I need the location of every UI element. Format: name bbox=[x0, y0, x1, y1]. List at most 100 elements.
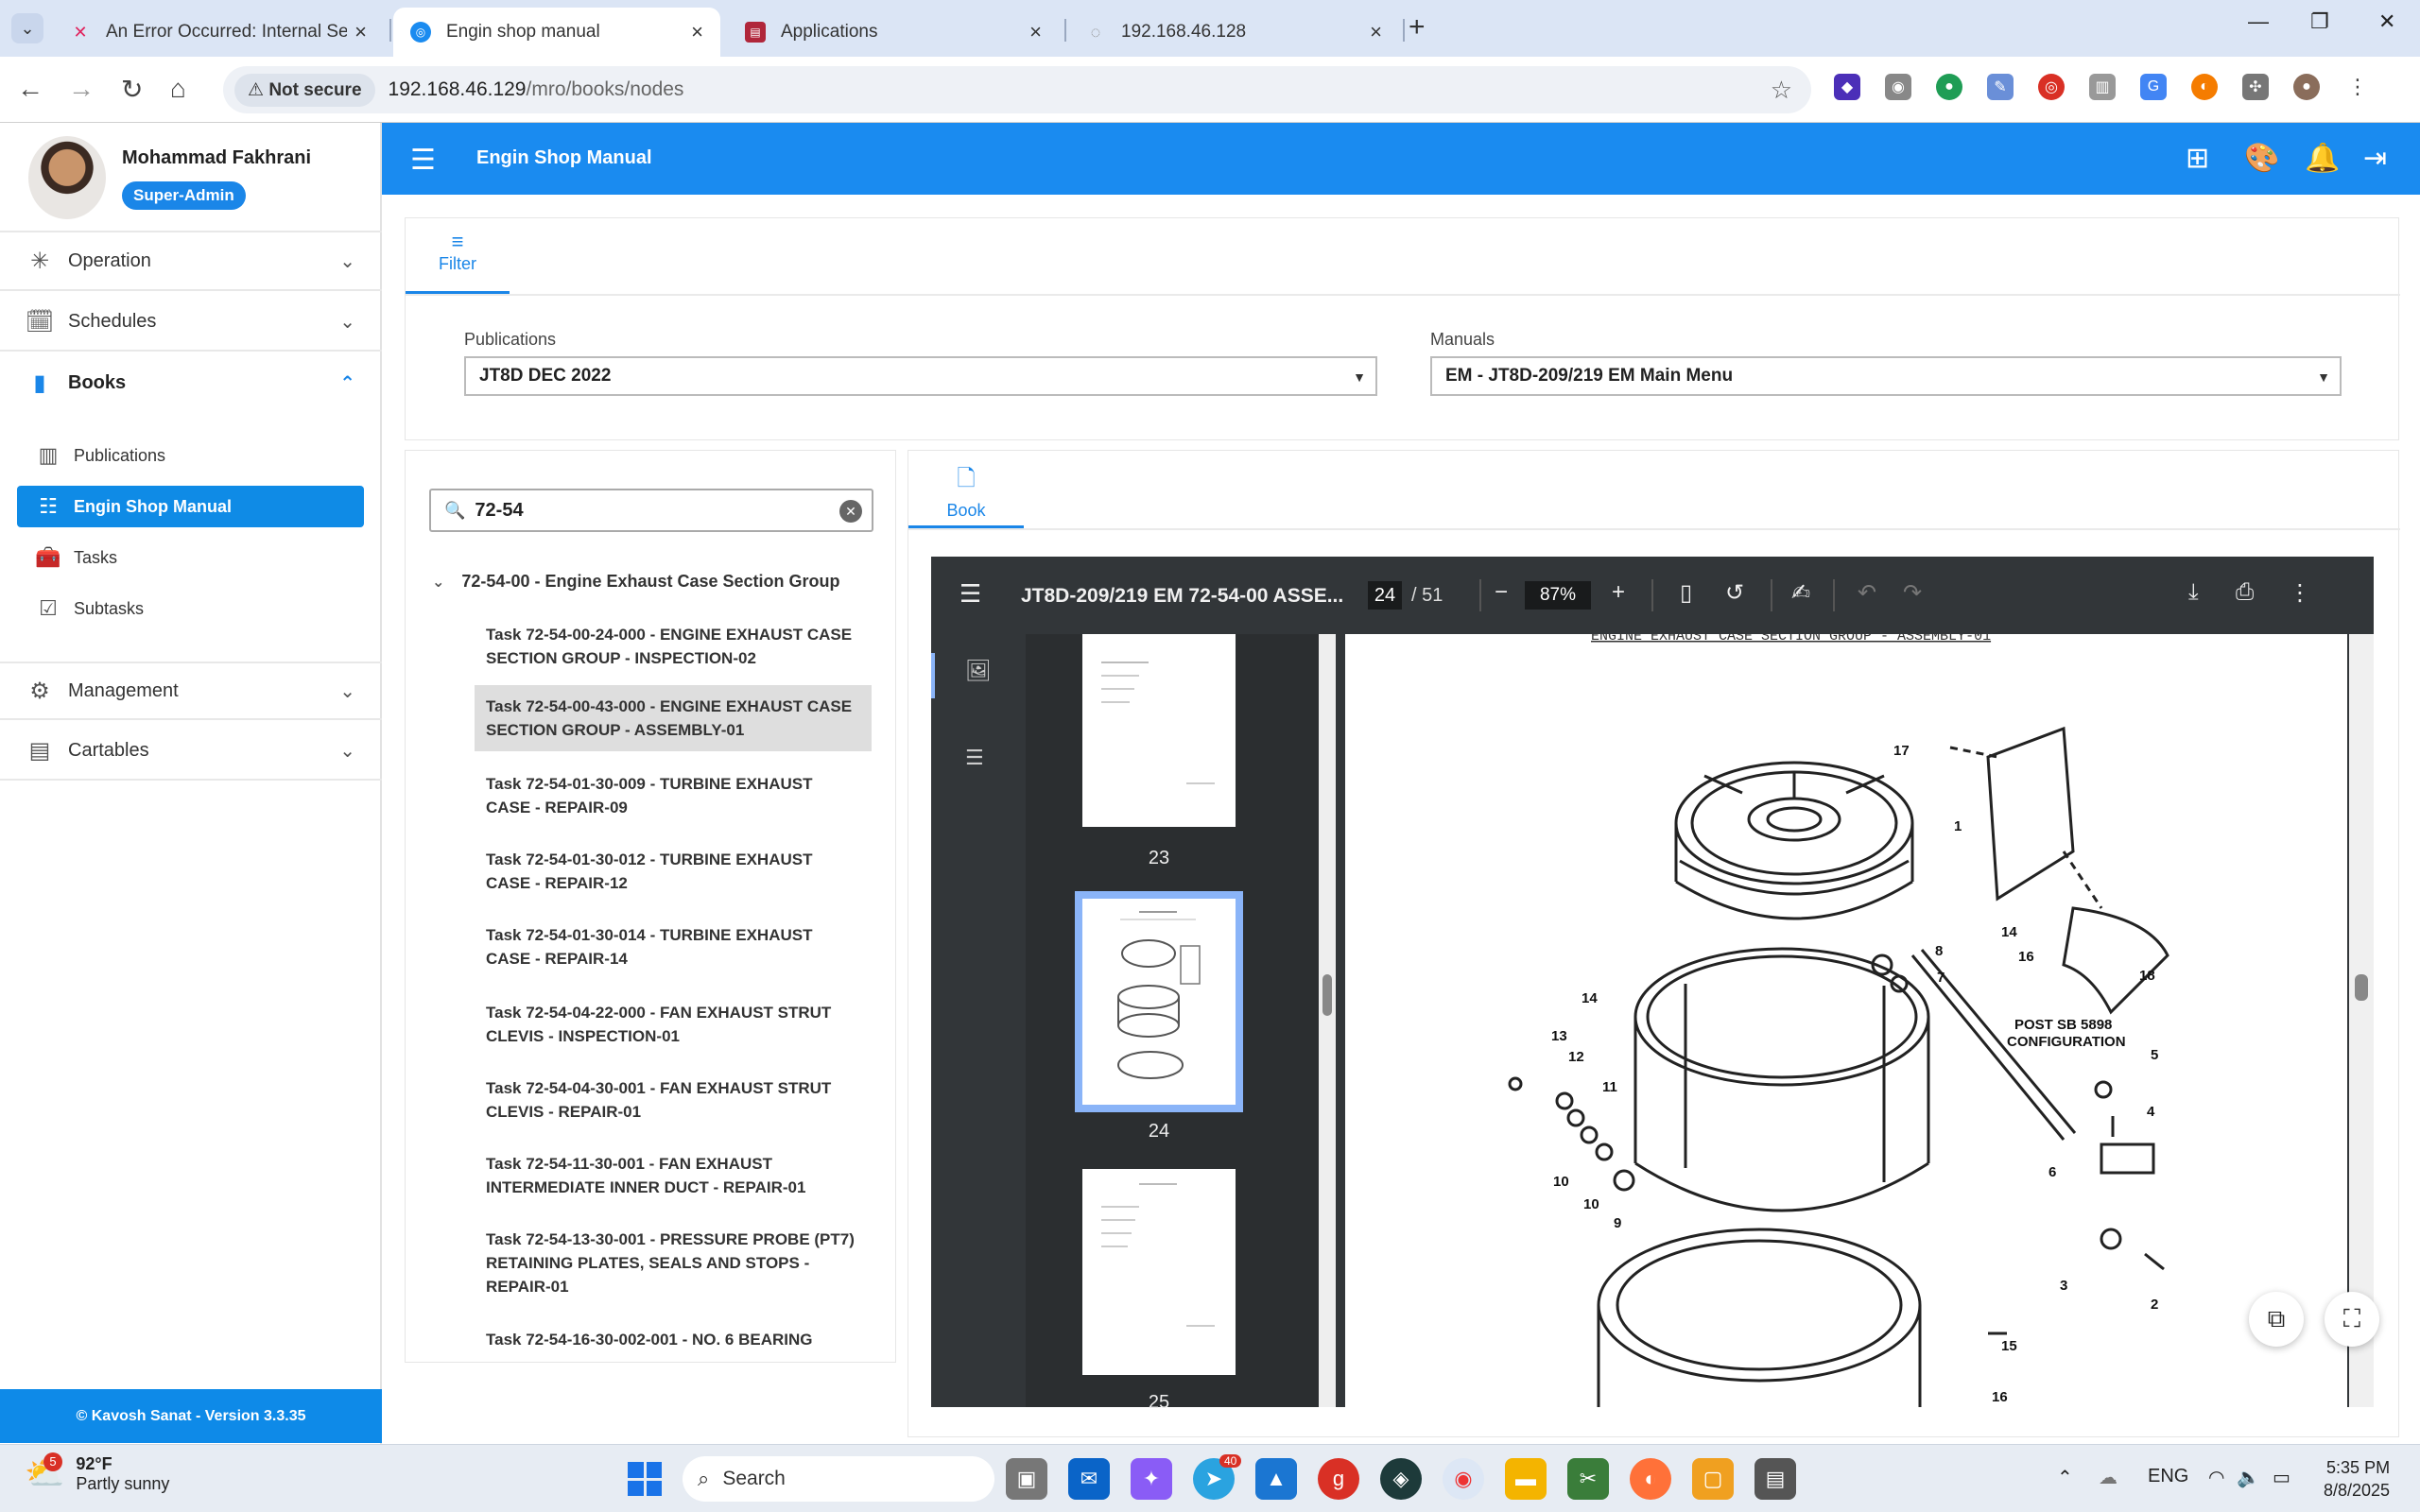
new-tab-icon[interactable]: + bbox=[1409, 11, 1426, 43]
tree-task-item[interactable]: Task 72-54-04-22-000 - FAN EXHAUST STRUT… bbox=[475, 991, 872, 1057]
tree-group-node[interactable]: ⌄ 72-54-00 - Engine Exhaust Case Section… bbox=[432, 572, 840, 592]
outline-icon[interactable]: ☰ bbox=[965, 746, 984, 770]
scrollbar-thumb[interactable] bbox=[1322, 974, 1332, 1016]
weather-widget[interactable]: ⛅ 5 92°F Partly sunny bbox=[25, 1452, 169, 1494]
windows-start-icon[interactable] bbox=[628, 1462, 662, 1496]
tree-task-item[interactable]: Task 72-54-11-30-001 - FAN EXHAUST INTER… bbox=[475, 1143, 872, 1209]
hamburger-menu-icon[interactable]: ☰ bbox=[410, 144, 436, 177]
tray-overflow-icon[interactable]: ⌃ bbox=[2057, 1466, 2073, 1489]
page-number-input[interactable]: 24 bbox=[1368, 581, 1402, 610]
zoom-in-icon[interactable]: + bbox=[1612, 579, 1625, 606]
tree-task-item[interactable]: Task 72-54-13-30-001 - PRESSURE PROBE (P… bbox=[475, 1218, 872, 1308]
sidebar-item-subtasks[interactable]: ☑ Subtasks bbox=[17, 588, 364, 629]
chrome-icon[interactable]: ◉ bbox=[1443, 1458, 1484, 1500]
tree-task-item[interactable]: Task 72-54-16-30-002-001 - NO. 6 BEARING bbox=[475, 1318, 872, 1361]
pen-extension-icon[interactable]: ✎ bbox=[1987, 74, 2014, 100]
page-thumbnail[interactable] bbox=[1082, 1169, 1236, 1375]
sidebar-item-books[interactable]: ▮ Books ⌃ bbox=[0, 353, 382, 412]
not-secure-badge[interactable]: ⚠ Not secure bbox=[234, 73, 375, 107]
system-clock[interactable]: 5:35 PM 8/8/2025 bbox=[2324, 1456, 2390, 1502]
more-options-icon[interactable]: ⋮ bbox=[2289, 579, 2311, 607]
tree-task-item[interactable]: Task 72-54-04-30-001 - FAN EXHAUST STRUT… bbox=[475, 1067, 872, 1133]
manuals-select[interactable]: EM - JT8D-209/219 EM Main Menu ▼ bbox=[1430, 356, 2342, 396]
thumbnails-icon[interactable]: 🖼 bbox=[965, 659, 992, 683]
wifi-icon[interactable]: ◠ bbox=[2208, 1466, 2224, 1489]
extension-icon[interactable]: ◐ bbox=[2191, 74, 2218, 100]
file-explorer-icon[interactable]: ▬ bbox=[1505, 1458, 1547, 1500]
app-icon[interactable]: ▤ bbox=[1754, 1458, 1796, 1500]
task-view-icon[interactable]: ▣ bbox=[1006, 1458, 1047, 1500]
close-tab-icon[interactable]: × bbox=[691, 20, 703, 44]
profile-avatar-icon[interactable]: ● bbox=[2293, 74, 2320, 100]
onedrive-icon[interactable]: ☁ bbox=[2099, 1466, 2118, 1489]
undo-icon[interactable]: ↶ bbox=[1858, 579, 1876, 607]
volume-icon[interactable]: 🔈 bbox=[2237, 1466, 2260, 1489]
redo-icon[interactable]: ↷ bbox=[1903, 579, 1922, 607]
browser-tab-ip[interactable]: ◌ 192.168.46.128 × bbox=[1068, 8, 1399, 57]
minimize-icon[interactable]: — bbox=[2248, 9, 2269, 34]
home-icon[interactable]: ⌂ bbox=[170, 74, 186, 104]
chevron-down-icon[interactable]: ⌄ bbox=[432, 573, 444, 592]
sidebar-item-operation[interactable]: ✳ Operation ⌄ bbox=[0, 232, 382, 291]
fit-page-icon[interactable]: ▯ bbox=[1680, 579, 1692, 607]
notification-bell-icon[interactable]: 🔔 bbox=[2305, 142, 2340, 175]
sidebar-item-engin-shop-manual[interactable]: ☷ Engin Shop Manual bbox=[17, 486, 364, 527]
translate-extension-icon[interactable]: G bbox=[2140, 74, 2167, 100]
tree-search-input[interactable]: 🔍 72-54 ✕ bbox=[429, 489, 873, 532]
clear-search-icon[interactable]: ✕ bbox=[839, 500, 862, 523]
outlook-icon[interactable]: ✉ bbox=[1068, 1458, 1110, 1500]
annotate-pen-icon[interactable]: ✍ bbox=[1791, 579, 1810, 607]
rotate-icon[interactable]: ↺ bbox=[1725, 579, 1744, 607]
browser-tab-applications[interactable]: ▤ Applications × bbox=[728, 8, 1059, 57]
restore-icon[interactable]: ❐ bbox=[2310, 9, 2329, 34]
tree-task-item-selected[interactable]: Task 72-54-00-43-000 - ENGINE EXHAUST CA… bbox=[475, 685, 872, 751]
back-icon[interactable]: ← bbox=[17, 74, 43, 104]
tab-search-menu-icon[interactable]: ⌄ bbox=[11, 13, 43, 43]
close-tab-icon[interactable]: × bbox=[1029, 20, 1042, 44]
reload-icon[interactable]: ↻ bbox=[121, 74, 143, 105]
thumbnail-scrollbar[interactable] bbox=[1319, 634, 1336, 1407]
scrollbar-thumb[interactable] bbox=[2355, 974, 2368, 1001]
language-indicator[interactable]: ENG bbox=[2148, 1466, 2188, 1487]
extension-icon[interactable]: ● bbox=[1936, 74, 1962, 100]
camera-extension-icon[interactable]: ◉ bbox=[1885, 74, 1911, 100]
close-tab-icon[interactable]: × bbox=[1370, 20, 1382, 44]
sidebar-item-schedules[interactable]: 🗓 Schedules ⌄ bbox=[0, 293, 382, 352]
close-window-icon[interactable]: ✕ bbox=[2378, 9, 2395, 34]
page-thumbnail[interactable] bbox=[1082, 634, 1236, 827]
firefox-icon[interactable]: ◐ bbox=[1630, 1458, 1671, 1500]
close-tab-icon[interactable]: × bbox=[354, 20, 367, 44]
tree-task-item[interactable]: Task 72-54-00-24-000 - ENGINE EXHAUST CA… bbox=[475, 613, 872, 679]
tree-task-item[interactable]: Task 72-54-01-30-009 - TURBINE EXHAUST C… bbox=[475, 763, 872, 829]
sidebar-item-publications[interactable]: ▥ Publications bbox=[17, 435, 364, 476]
extension-icon[interactable]: ◆ bbox=[1834, 74, 1860, 100]
pdf-menu-icon[interactable]: ☰ bbox=[959, 579, 981, 609]
tab-book[interactable]: 🗋 Book bbox=[908, 451, 1024, 528]
sidebar-item-cartables[interactable]: ▤ Cartables ⌄ bbox=[0, 722, 382, 781]
fullscreen-icon[interactable]: ⛶ bbox=[2325, 1292, 2379, 1347]
tree-task-item[interactable]: Task 72-54-01-30-014 - TURBINE EXHAUST C… bbox=[475, 914, 872, 980]
url-bar[interactable]: ⚠ Not secure 192.168.46.129/mro/books/no… bbox=[223, 66, 1811, 113]
open-external-icon[interactable]: ⧉ bbox=[2249, 1292, 2304, 1347]
tab-filter[interactable]: ≡ Filter bbox=[406, 218, 510, 294]
sidebar-item-management[interactable]: ⚙ Management ⌄ bbox=[0, 662, 382, 720]
print-icon[interactable]: ⎙ bbox=[2236, 579, 2254, 606]
download-icon[interactable]: ⤓ bbox=[2188, 579, 2199, 606]
taskbar-search[interactable]: ⌕ Search bbox=[683, 1456, 994, 1502]
zoom-out-icon[interactable]: − bbox=[1495, 579, 1508, 606]
zoom-input[interactable]: 87% bbox=[1525, 581, 1591, 610]
extension-icon[interactable]: ◎ bbox=[2038, 74, 2065, 100]
browser-menu-icon[interactable]: ⋮ bbox=[2344, 74, 2371, 100]
app-icon[interactable]: ▢ bbox=[1692, 1458, 1734, 1500]
sidebar-item-tasks[interactable]: 🧰 Tasks bbox=[17, 537, 364, 578]
palette-icon[interactable]: 🎨 bbox=[2244, 142, 2279, 175]
app-icon[interactable]: ◈ bbox=[1380, 1458, 1422, 1500]
battery-icon[interactable]: ▭ bbox=[2273, 1466, 2290, 1489]
app-icon[interactable]: ✂ bbox=[1567, 1458, 1609, 1500]
photos-icon[interactable]: ▲ bbox=[1255, 1458, 1297, 1500]
extensions-puzzle-icon[interactable]: ✣ bbox=[2242, 74, 2269, 100]
browser-tab-engin-shop-manual[interactable]: ◎ Engin shop manual × bbox=[393, 8, 720, 57]
bookmark-star-icon[interactable]: ☆ bbox=[1771, 76, 1792, 105]
app-icon[interactable]: g bbox=[1318, 1458, 1359, 1500]
publications-select[interactable]: JT8D DEC 2022 ▼ bbox=[464, 356, 1377, 396]
